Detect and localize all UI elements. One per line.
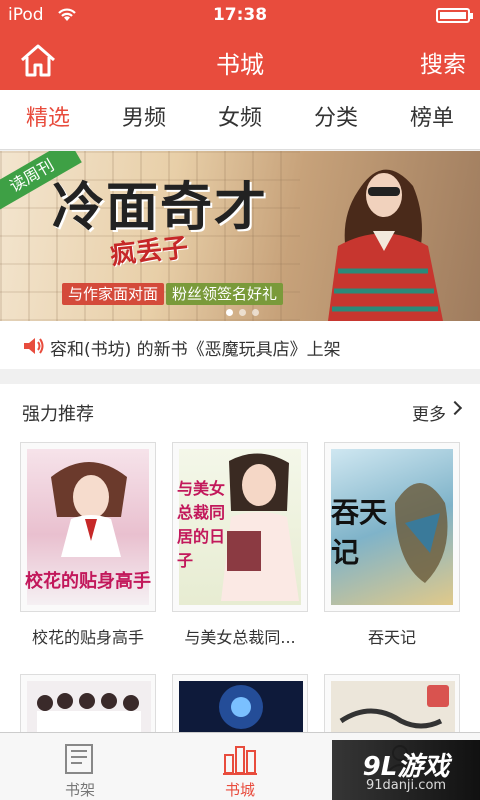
app-screen: iPod 17:38 书城 搜索 精选 男频 女频 分类 榜单 读周刊 冷面奇才… bbox=[0, 0, 480, 800]
pager-dot bbox=[252, 309, 259, 316]
recommend-section: 强力推荐 更多 校花的贴身高手 校花的贴身高手 与美女总裁同居的日子 与美女总裁… bbox=[0, 384, 480, 734]
book-card[interactable]: 校花的贴身高手 校花的贴身高手 bbox=[20, 442, 156, 648]
banner-pager[interactable] bbox=[226, 309, 259, 316]
book-cover[interactable]: 吞天记 bbox=[324, 442, 460, 612]
tab-featured[interactable]: 精选 bbox=[0, 90, 96, 149]
book-cover[interactable]: 与美女总裁同居的日子 bbox=[172, 442, 308, 612]
book-card[interactable]: 吞天记 吞天记 bbox=[324, 442, 460, 648]
pager-dot bbox=[239, 309, 246, 316]
book-cover[interactable] bbox=[324, 674, 460, 734]
banner-tag: 与作家面对面 bbox=[62, 283, 165, 305]
tab-male[interactable]: 男频 bbox=[96, 90, 192, 149]
tab-ranking[interactable]: 榜单 bbox=[384, 90, 480, 149]
pager-dot bbox=[226, 309, 233, 316]
chevron-right-icon[interactable] bbox=[447, 400, 463, 416]
book-card[interactable]: 与美女总裁同居的日子 与美女总裁同... bbox=[172, 442, 308, 648]
bookshelf-icon bbox=[65, 744, 93, 774]
category-tabs: 精选 男频 女频 分类 榜单 bbox=[0, 90, 480, 150]
nav-label: 书架 bbox=[64, 781, 95, 799]
page-title: 书城 bbox=[216, 51, 264, 79]
book-cover[interactable] bbox=[20, 674, 156, 734]
tab-category[interactable]: 分类 bbox=[288, 90, 384, 149]
notice-bar[interactable]: 容和(书坊) 的新书《恶魔玩具店》上架 bbox=[0, 321, 480, 369]
speaker-icon bbox=[24, 338, 44, 354]
watermark-logo: 9L游戏 91danji.com bbox=[332, 740, 480, 800]
book-cover[interactable]: 校花的贴身高手 bbox=[20, 442, 156, 612]
promo-banner[interactable]: 读周刊 冷面奇才 疯丢子 与作家面对面 粉丝领签名好礼 bbox=[0, 151, 480, 321]
cover-title: 与美女总裁同居的日子 bbox=[177, 479, 226, 570]
nav-bookstore[interactable]: 书城 bbox=[180, 733, 300, 800]
top-header: 书城 搜索 bbox=[0, 30, 480, 90]
book-title: 校花的贴身高手 bbox=[31, 628, 144, 647]
bookstore-icon bbox=[223, 746, 257, 775]
book-card[interactable] bbox=[324, 674, 460, 734]
notice-text: 容和(书坊) 的新书《恶魔玩具店》上架 bbox=[50, 340, 341, 360]
cover-art bbox=[27, 681, 151, 734]
book-card[interactable] bbox=[172, 674, 308, 734]
search-button[interactable]: 搜索 bbox=[420, 45, 466, 79]
banner-tag: 粉丝领签名好礼 bbox=[166, 283, 284, 305]
cover-art bbox=[331, 681, 455, 734]
nav-bookshelf[interactable]: 书架 bbox=[20, 733, 140, 800]
book-cover[interactable] bbox=[172, 674, 308, 734]
status-bar: iPod 17:38 bbox=[0, 0, 480, 30]
cover-title: 校花的贴身高手 bbox=[25, 571, 151, 592]
cover-title: 吞天记 bbox=[331, 496, 388, 569]
cover-art bbox=[51, 462, 127, 557]
battery-icon bbox=[436, 8, 473, 23]
book-title: 吞天记 bbox=[367, 628, 416, 647]
cover-art bbox=[179, 681, 303, 734]
book-card[interactable] bbox=[20, 674, 156, 734]
tab-female[interactable]: 女频 bbox=[192, 90, 288, 149]
section-title: 强力推荐 bbox=[22, 404, 94, 425]
more-link[interactable]: 更多 bbox=[412, 400, 446, 425]
author-photo bbox=[328, 169, 443, 321]
status-time: 17:38 bbox=[212, 5, 268, 25]
nav-label: 书城 bbox=[224, 781, 255, 799]
book-title: 与美女总裁同... bbox=[184, 628, 296, 647]
watermark-url: 91danji.com bbox=[365, 778, 447, 793]
